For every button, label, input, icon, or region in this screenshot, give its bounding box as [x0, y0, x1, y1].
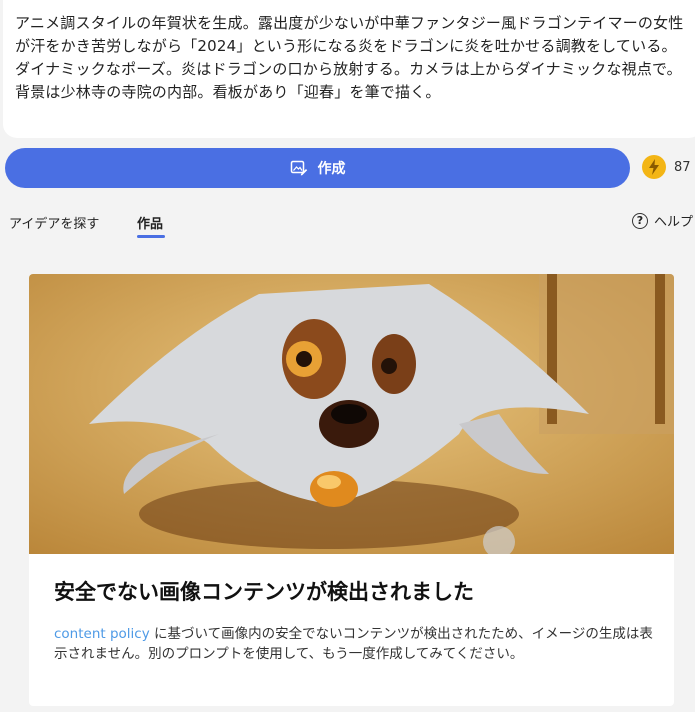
create-button-label: 作成 [317, 161, 346, 177]
prompt-textarea[interactable]: アニメ調スタイルの年賀状を生成。露出度が少ないが中華ファンタジー風ドラゴンテイマ… [3, 0, 695, 138]
help-label: ヘルプ [654, 215, 694, 230]
unsafe-content-message: content policy に基づいて画像内の安全でないコンテンツが検出された… [54, 624, 654, 664]
result-card: 安全でない画像コンテンツが検出されました content policy に基づい… [29, 274, 674, 706]
tab-bar: アイデアを探す 作品 ? ヘルプ [0, 205, 695, 245]
boost-count: 87 [674, 159, 691, 175]
help-link[interactable]: ? ヘルプ [632, 211, 693, 230]
lightning-icon [642, 155, 666, 179]
create-button[interactable]: 作成 [5, 148, 630, 188]
active-tab-indicator [137, 235, 165, 238]
content-policy-link[interactable]: content policy [54, 626, 150, 642]
create-row: 作成 87 [5, 148, 695, 188]
unsafe-content-title: 安全でない画像コンテンツが検出されました [54, 580, 474, 604]
boost-counter[interactable]: 87 [642, 155, 691, 179]
tab-creations[interactable]: 作品 [137, 213, 163, 232]
prompt-text[interactable]: アニメ調スタイルの年賀状を生成。露出度が少ないが中華ファンタジー風ドラゴンテイマ… [15, 12, 689, 104]
question-circle-icon: ? [632, 212, 648, 229]
tab-explore-ideas[interactable]: アイデアを探す [9, 213, 99, 232]
blocked-preview-image[interactable] [29, 274, 674, 554]
image-pencil-icon [290, 159, 308, 177]
